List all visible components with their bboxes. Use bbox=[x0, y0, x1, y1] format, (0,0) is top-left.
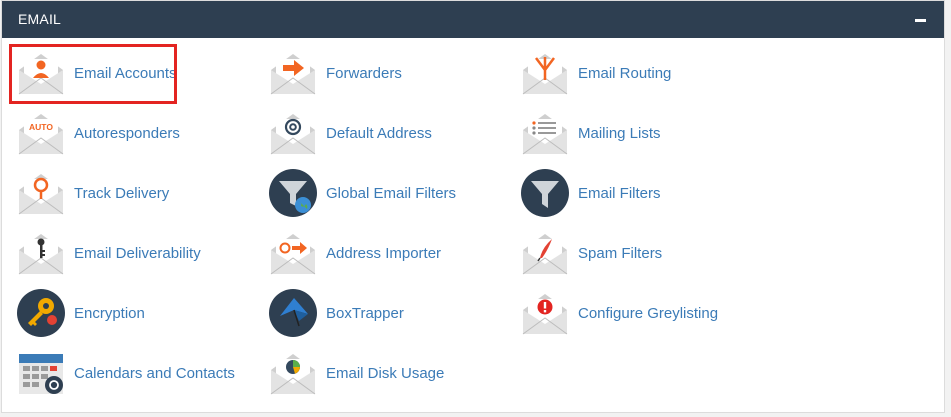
section-header[interactable]: EMAIL bbox=[2, 1, 944, 38]
item-label: Address Importer bbox=[326, 244, 442, 262]
email-routing-icon bbox=[520, 48, 570, 98]
email-filters-icon bbox=[520, 168, 570, 218]
item-label: Email Deliverability bbox=[74, 244, 201, 262]
track-delivery-link[interactable]: Track Delivery bbox=[16, 165, 169, 221]
section-title: EMAIL bbox=[18, 11, 62, 27]
email-disk-usage-link[interactable]: Email Disk Usage bbox=[268, 345, 444, 401]
autoresponders-link[interactable]: AUTO Autoresponders bbox=[16, 105, 180, 161]
address-importer-link[interactable]: Address Importer bbox=[268, 225, 441, 281]
boxtrapper-icon bbox=[268, 288, 318, 338]
collapse-icon[interactable] bbox=[915, 19, 926, 22]
spam-filters-icon bbox=[520, 228, 570, 278]
boxtrapper-link[interactable]: BoxTrapper bbox=[268, 285, 404, 341]
item-label: Mailing Lists bbox=[578, 124, 661, 142]
forwarders-icon bbox=[268, 48, 318, 98]
item-label: Spam Filters bbox=[578, 244, 663, 262]
mailing-lists-icon bbox=[520, 108, 570, 158]
default-address-icon bbox=[268, 108, 318, 158]
autoresponders-icon: AUTO bbox=[16, 108, 66, 158]
email-disk-usage-icon bbox=[268, 348, 318, 398]
item-label: Autoresponders bbox=[74, 124, 180, 142]
encryption-icon bbox=[16, 288, 66, 338]
email-accounts-icon bbox=[16, 48, 66, 98]
email-accounts-link[interactable]: Email Accounts bbox=[16, 45, 177, 101]
email-deliverability-icon bbox=[16, 228, 66, 278]
calendars-contacts-icon bbox=[16, 348, 66, 398]
configure-greylisting-link[interactable]: Configure Greylisting bbox=[520, 285, 718, 341]
email-routing-link[interactable]: Email Routing bbox=[520, 45, 671, 101]
item-label: Calendars and Contacts bbox=[74, 364, 235, 382]
email-section-panel: EMAIL Email Accounts Forwarders Email Ro… bbox=[1, 0, 945, 413]
forwarders-link[interactable]: Forwarders bbox=[268, 45, 402, 101]
email-deliverability-link[interactable]: Email Deliverability bbox=[16, 225, 201, 281]
item-label: Encryption bbox=[74, 304, 145, 322]
spam-filters-link[interactable]: Spam Filters bbox=[520, 225, 662, 281]
item-label: Default Address bbox=[326, 124, 432, 142]
address-importer-icon bbox=[268, 228, 318, 278]
item-label: Forwarders bbox=[326, 64, 402, 82]
item-label: Email Accounts bbox=[74, 64, 177, 82]
configure-greylisting-icon bbox=[520, 288, 570, 338]
item-label: Email Disk Usage bbox=[326, 364, 445, 382]
item-label: BoxTrapper bbox=[326, 304, 404, 322]
calendars-contacts-link[interactable]: Calendars and Contacts bbox=[16, 345, 235, 401]
svg-text:AUTO: AUTO bbox=[29, 122, 53, 132]
item-label: Configure Greylisting bbox=[578, 304, 719, 322]
mailing-lists-link[interactable]: Mailing Lists bbox=[520, 105, 661, 161]
global-email-filters-icon bbox=[268, 168, 318, 218]
item-label: Email Filters bbox=[578, 184, 661, 202]
item-label: Global Email Filters bbox=[326, 184, 457, 202]
default-address-link[interactable]: Default Address bbox=[268, 105, 432, 161]
email-filters-link[interactable]: Email Filters bbox=[520, 165, 661, 221]
global-email-filters-link[interactable]: Global Email Filters bbox=[268, 165, 456, 221]
encryption-link[interactable]: Encryption bbox=[16, 285, 145, 341]
item-label: Email Routing bbox=[578, 64, 672, 82]
item-label: Track Delivery bbox=[74, 184, 170, 202]
track-delivery-icon bbox=[16, 168, 66, 218]
